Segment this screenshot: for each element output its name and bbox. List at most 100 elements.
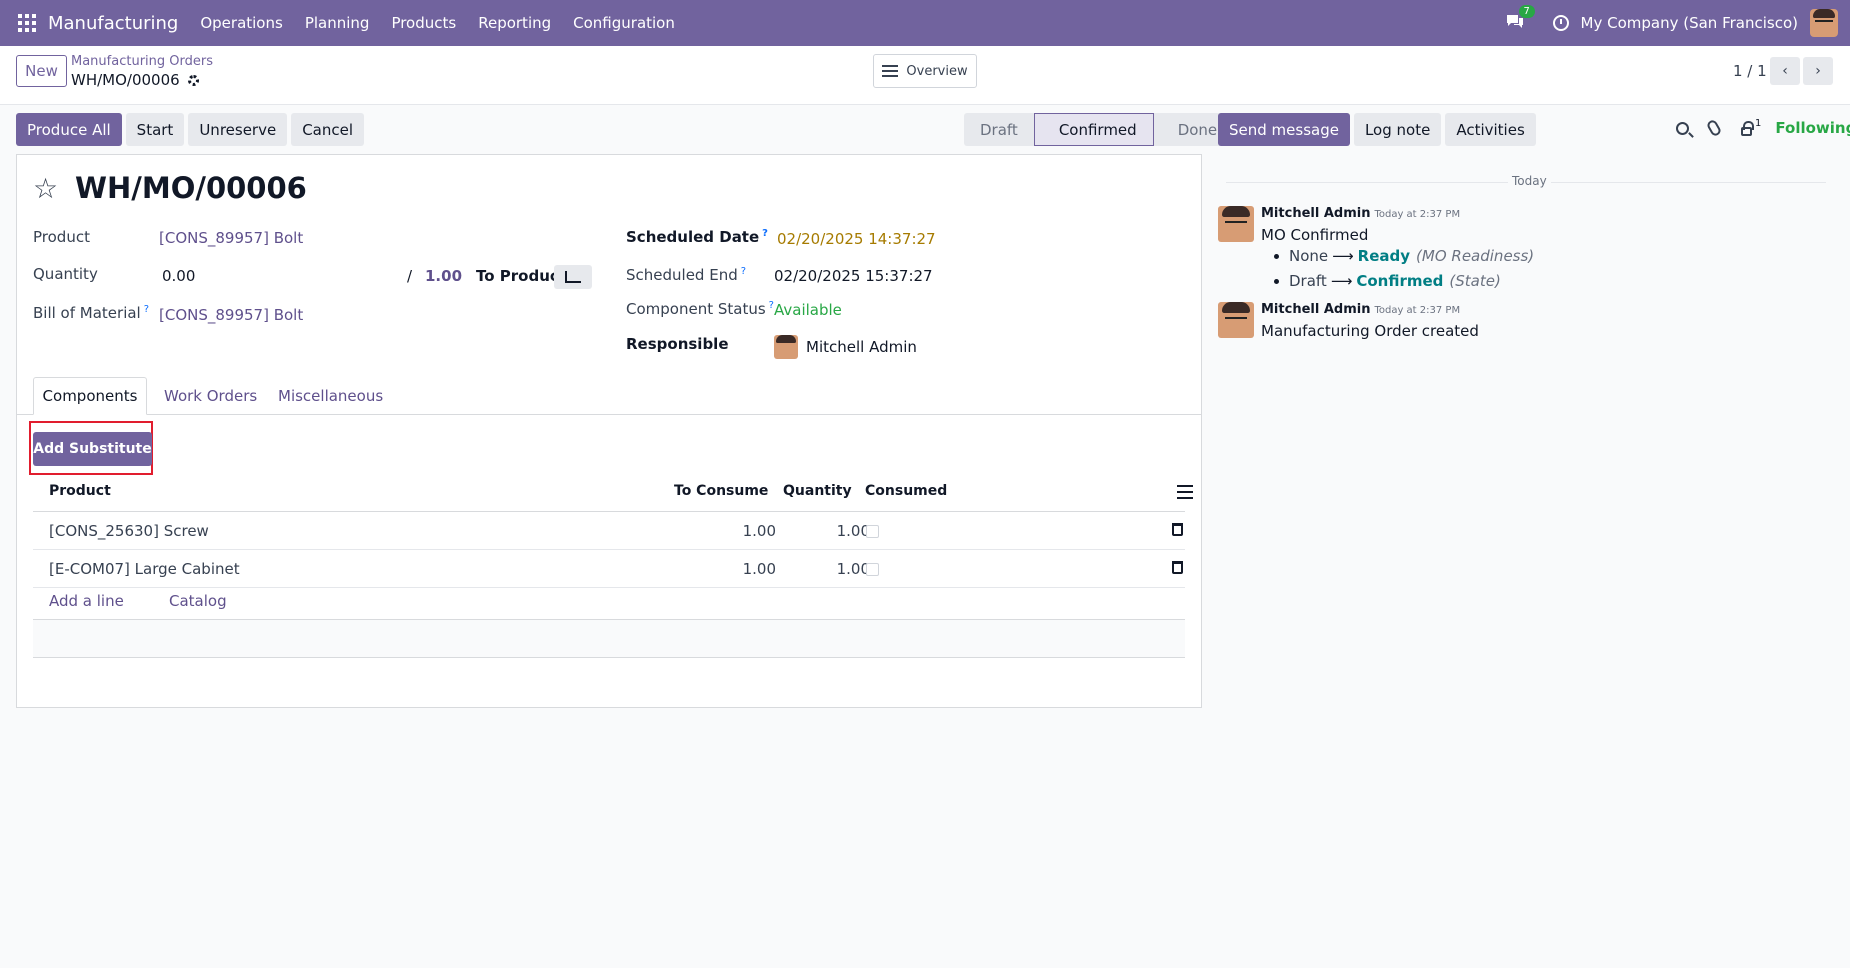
company-switcher[interactable]: My Company (San Francisco) [1581,14,1798,32]
table-footer-row [33,620,1185,658]
app-name[interactable]: Manufacturing [48,13,178,34]
start-button[interactable]: Start [125,113,185,146]
product-label: Product [33,228,90,246]
stage-confirmed[interactable]: Confirmed [1033,113,1154,146]
product-field[interactable]: [CONS_89957] Bolt [159,229,303,247]
component-status-label: Component Status? [626,300,774,318]
responsible-label: Responsible [626,335,729,353]
unreserve-button[interactable]: Unreserve [188,113,288,146]
bullet-icon [1274,279,1279,284]
new-button[interactable]: New [16,55,67,87]
activity-clock-icon[interactable] [1552,15,1569,31]
pager-value[interactable]: 1 / 1 [1733,62,1767,80]
menu-configuration[interactable]: Configuration [573,14,675,32]
arrow-right-icon: ⟶ [1330,272,1353,290]
gear-icon[interactable] [187,75,199,86]
form-action-buttons: Produce All Start Unreserve Cancel [16,113,368,146]
breadcrumb-current-label: WH/MO/00006 [71,71,180,89]
following-button[interactable]: Following [1775,119,1850,137]
search-icon[interactable] [1676,121,1689,135]
paperclip-icon[interactable] [1705,118,1723,138]
row-consumed-checkbox[interactable] [866,563,879,576]
add-substitute-button[interactable]: Add Substitute [33,432,152,466]
message-avatar[interactable] [1218,206,1254,242]
message-body: Manufacturing Order created [1261,322,1479,340]
follower-count: 1 [1755,117,1762,129]
arrow-right-icon: ⟶ [1332,247,1354,265]
quantity-separator: / [407,267,413,285]
tracking-new: Ready [1357,247,1411,265]
menu-planning[interactable]: Planning [305,14,370,32]
scheduled-date-field[interactable]: 02/20/2025 14:37:27 [777,230,936,248]
tracking-line: Draft ⟶ Confirmed (State) [1274,272,1501,290]
apps-menu-icon[interactable] [18,14,36,32]
date-separator: Today [1508,174,1551,188]
scheduled-date-help-icon[interactable]: ? [762,228,768,239]
message-author-name[interactable]: Mitchell Admin [1261,206,1370,221]
row-to-consume: 1.00 [742,560,776,578]
responsible-field[interactable]: Mitchell Admin [806,338,917,356]
row-consumed-checkbox[interactable] [866,525,879,538]
notebook-tabs: Components Work Orders Miscellaneous [17,377,1201,415]
favorite-star-icon[interactable]: ☆ [33,172,58,205]
produce-all-button[interactable]: Produce All [16,113,122,146]
row-to-consume: 1.00 [742,522,776,540]
record-title: WH/MO/00006 [75,171,307,205]
overview-label: Overview [906,63,968,79]
catalog-link[interactable]: Catalog [169,592,227,610]
message-author-name[interactable]: Mitchell Admin [1261,302,1370,317]
optional-columns-icon[interactable] [1177,485,1193,499]
user-avatar[interactable] [1810,9,1838,37]
header-to-consume[interactable]: To Consume [674,483,768,499]
message-author: Mitchell Admin Today at 2:37 PM [1261,206,1460,221]
trash-icon[interactable] [1172,523,1183,536]
activities-button[interactable]: Activities [1445,113,1536,146]
row-product[interactable]: [CONS_25630] Screw [49,522,209,540]
menu-products[interactable]: Products [391,14,456,32]
pager-next-button[interactable]: › [1803,57,1833,85]
component-status-label-text: Component Status [626,300,766,318]
breadcrumb-parent[interactable]: Manufacturing Orders [71,54,213,69]
menu-reporting[interactable]: Reporting [478,14,551,32]
pager-previous-button[interactable]: ‹ [1770,57,1800,85]
menu-operations[interactable]: Operations [200,14,282,32]
components-table-header: Product To Consume Quantity Consumed [33,473,1193,512]
scheduled-end-help-icon[interactable]: ? [741,266,746,277]
stage-draft[interactable]: Draft [964,113,1034,146]
tracking-field: (State) [1449,272,1501,290]
bullet-icon [1274,254,1279,259]
table-row[interactable]: [CONS_25630] Screw 1.00 1.00 [33,512,1185,550]
forecast-chart-button[interactable] [554,265,592,289]
header-quantity[interactable]: Quantity [783,483,852,499]
row-quantity[interactable]: 1.00 [795,560,870,578]
bom-field[interactable]: [CONS_89957] Bolt [159,306,303,324]
chevron-right-icon: › [1815,63,1821,79]
tab-components[interactable]: Components [33,377,147,415]
row-product[interactable]: [E-COM07] Large Cabinet [49,560,240,578]
tracking-field: (MO Readiness) [1416,247,1535,265]
message-avatar[interactable] [1218,302,1254,338]
top-navbar: Manufacturing Operations Planning Produc… [0,0,1850,46]
overview-button[interactable]: Overview [873,54,977,88]
chevron-left-icon: ‹ [1782,63,1788,79]
tab-miscellaneous[interactable]: Miscellaneous [278,377,383,415]
bom-label-text: Bill of Material [33,304,141,322]
cancel-button[interactable]: Cancel [291,113,365,146]
messaging-icon[interactable]: 7 [1505,5,1535,33]
followers-lock-icon[interactable] [1741,120,1754,136]
bom-help-icon[interactable]: ? [144,304,149,315]
tab-work-orders[interactable]: Work Orders [164,377,257,415]
add-line-link[interactable]: Add a line [49,592,124,610]
message-author: Mitchell Admin Today at 2:37 PM [1261,302,1460,317]
chatter-topbar-icons: 1 Following [1676,117,1850,138]
trash-icon[interactable] [1172,561,1183,574]
header-product[interactable]: Product [49,483,111,499]
quantity-input[interactable]: 0.00 [162,267,195,285]
send-message-button[interactable]: Send message [1218,113,1350,146]
header-consumed[interactable]: Consumed [865,483,947,499]
scheduled-end-field[interactable]: 02/20/2025 15:37:27 [774,267,933,285]
row-quantity[interactable]: 1.00 [795,522,870,540]
log-note-button[interactable]: Log note [1353,113,1442,146]
add-line-row: Add a line Catalog [33,581,1185,620]
quantity-target: 1.00 [425,267,463,285]
